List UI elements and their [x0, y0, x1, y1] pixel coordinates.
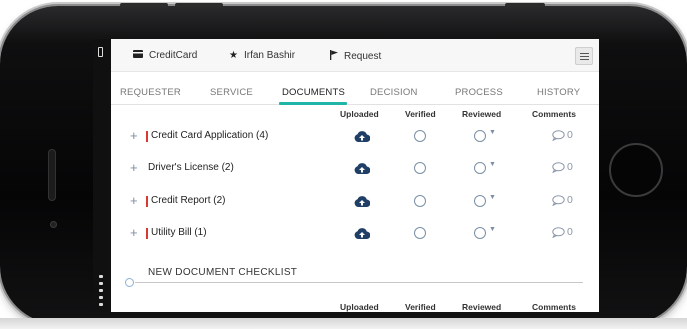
- column-uploaded: Uploaded: [340, 302, 379, 312]
- hamburger-icon[interactable]: [575, 47, 593, 65]
- document-row: + Utility Bill (1) ▼ 0: [111, 222, 599, 246]
- document-name[interactable]: Credit Card Application (4): [151, 130, 268, 141]
- signal-icon: [99, 303, 103, 306]
- app-view: CreditCard ★ Irfan Bashir Request REQUES…: [111, 39, 599, 312]
- verified-circle-icon[interactable]: [414, 162, 426, 174]
- cloud-upload-icon[interactable]: [354, 129, 371, 147]
- top-bar: CreditCard ★ Irfan Bashir Request: [111, 39, 599, 72]
- surface-reflection: [0, 318, 687, 329]
- comment-count[interactable]: 0: [552, 194, 573, 206]
- star-icon: ★: [229, 49, 238, 61]
- column-comments: Comments: [532, 109, 576, 119]
- column-verified: Verified: [405, 302, 436, 312]
- reviewed-circle-icon[interactable]: [474, 195, 486, 207]
- comment-count-value: 0: [567, 226, 573, 238]
- reviewed-circle-icon[interactable]: [474, 130, 486, 142]
- column-comments: Comments: [532, 302, 576, 312]
- crumb-app[interactable]: CreditCard: [133, 50, 197, 61]
- speech-bubble-icon: [552, 129, 565, 141]
- comment-count[interactable]: 0: [552, 226, 573, 238]
- crumb-user[interactable]: ★ Irfan Bashir: [229, 50, 295, 61]
- status-bar: [93, 39, 111, 312]
- signal-icon: [99, 289, 103, 292]
- crumb-request[interactable]: Request: [330, 50, 381, 63]
- reviewed-circle-icon[interactable]: [474, 162, 486, 174]
- column-uploaded: Uploaded: [340, 109, 379, 119]
- speech-bubble-icon: [552, 226, 565, 238]
- signal-icon: [99, 296, 103, 299]
- tab-documents[interactable]: DOCUMENTS: [282, 87, 345, 98]
- signal-icon: [99, 275, 103, 278]
- document-name[interactable]: Utility Bill (1): [151, 227, 207, 238]
- tab-decision[interactable]: DECISION: [370, 87, 418, 98]
- comment-count-value: 0: [567, 194, 573, 206]
- comment-count-value: 0: [567, 161, 573, 173]
- tab-process[interactable]: PROCESS: [455, 87, 503, 98]
- signal-icon: [99, 282, 103, 285]
- document-name[interactable]: Driver's License (2): [148, 162, 234, 173]
- volume-button: [120, 3, 168, 7]
- document-row: + Credit Report (2) ▼ 0: [111, 190, 599, 214]
- required-flag: [146, 228, 148, 239]
- column-verified: Verified: [405, 109, 436, 119]
- power-button: [505, 3, 545, 7]
- chevron-down-icon[interactable]: ▼: [489, 161, 496, 168]
- tab-history[interactable]: HISTORY: [537, 87, 580, 98]
- crumb-app-label: CreditCard: [149, 50, 198, 61]
- section-divider: [135, 282, 583, 283]
- chevron-down-icon[interactable]: ▼: [489, 226, 496, 233]
- document-row: + Credit Card Application (4) ▼ 0: [111, 125, 599, 149]
- battery-icon: [98, 47, 103, 57]
- plus-icon[interactable]: +: [130, 128, 138, 143]
- required-flag: [146, 196, 148, 207]
- tab-bar: REQUESTER SERVICE DOCUMENTS DECISION PRO…: [111, 83, 599, 105]
- comment-count[interactable]: 0: [552, 129, 573, 141]
- home-button[interactable]: [609, 143, 663, 197]
- required-flag: [146, 131, 148, 142]
- tab-requester[interactable]: REQUESTER: [120, 87, 181, 98]
- speaker-grille: [48, 149, 56, 201]
- reviewed-circle-icon[interactable]: [474, 227, 486, 239]
- comment-count-value: 0: [567, 129, 573, 141]
- document-name[interactable]: Credit Report (2): [151, 195, 225, 206]
- cloud-upload-icon[interactable]: [354, 161, 371, 179]
- front-camera: [50, 221, 57, 228]
- crumb-user-label: Irfan Bashir: [243, 50, 296, 61]
- tab-service[interactable]: SERVICE: [210, 87, 253, 98]
- section-title: NEW DOCUMENT CHECKLIST: [148, 267, 298, 278]
- crumb-request-label: Request: [344, 51, 382, 62]
- comment-count[interactable]: 0: [552, 161, 573, 173]
- cloud-upload-icon[interactable]: [354, 194, 371, 212]
- active-tab-indicator: [279, 102, 347, 105]
- speech-bubble-icon: [552, 194, 565, 206]
- chevron-down-icon[interactable]: ▼: [489, 129, 496, 136]
- plus-icon[interactable]: +: [130, 160, 138, 175]
- column-reviewed: Reviewed: [462, 302, 502, 312]
- chevron-down-icon[interactable]: ▼: [489, 194, 496, 201]
- new-document-checklist-section: NEW DOCUMENT CHECKLIST: [111, 257, 599, 287]
- verified-circle-icon[interactable]: [414, 195, 426, 207]
- volume-button: [175, 3, 223, 7]
- flag-icon: [330, 50, 338, 63]
- plus-icon[interactable]: +: [130, 193, 138, 208]
- verified-circle-icon[interactable]: [414, 130, 426, 142]
- cloud-upload-icon[interactable]: [354, 226, 371, 244]
- credit-card-icon: [133, 50, 143, 61]
- collapse-toggle-icon[interactable]: [125, 278, 134, 287]
- verified-circle-icon[interactable]: [414, 227, 426, 239]
- document-row: + Driver's License (2) ▼ 0: [111, 157, 599, 181]
- phone-screen: CreditCard ★ Irfan Bashir Request REQUES…: [93, 39, 599, 312]
- column-reviewed: Reviewed: [462, 109, 502, 119]
- phone-frame: CreditCard ★ Irfan Bashir Request REQUES…: [0, 3, 687, 324]
- plus-icon[interactable]: +: [130, 225, 138, 240]
- speech-bubble-icon: [552, 161, 565, 173]
